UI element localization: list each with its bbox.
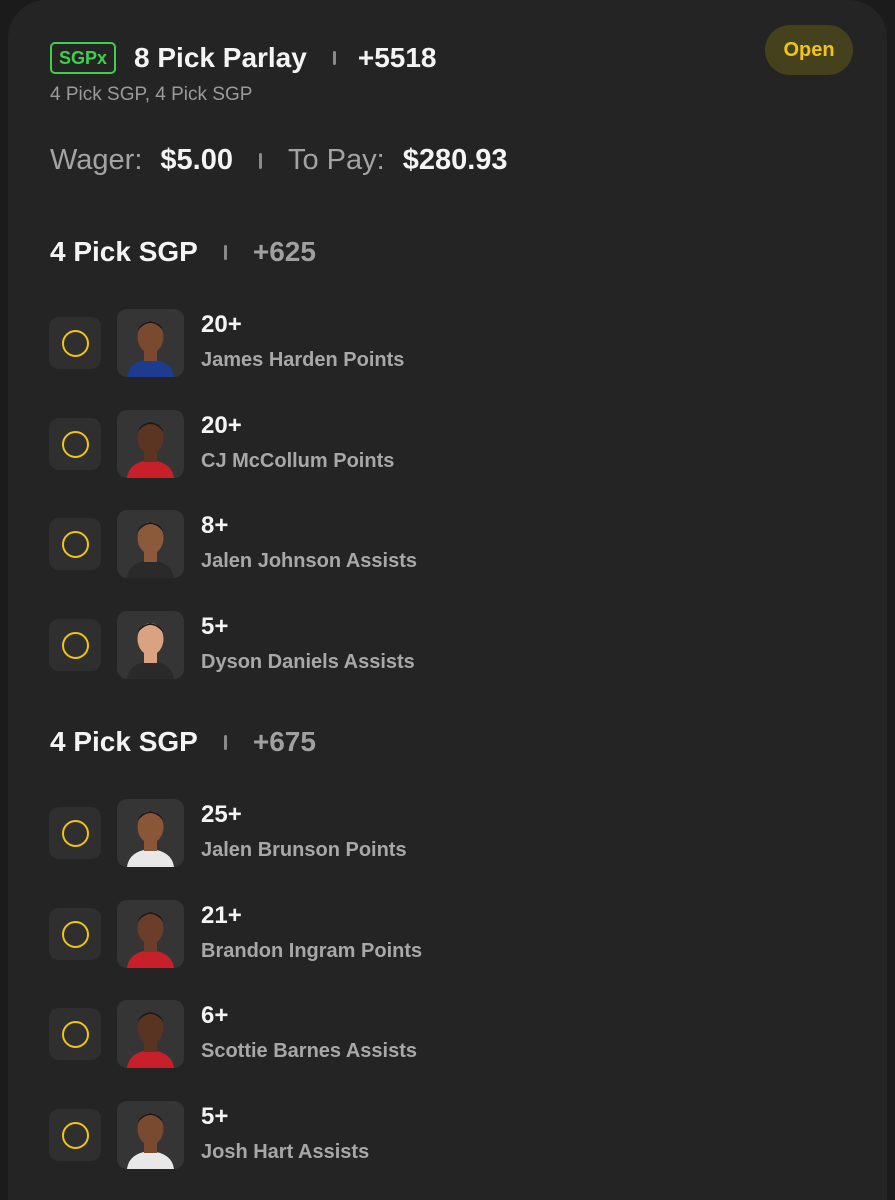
pick-description: Brandon Ingram Points xyxy=(201,940,423,962)
pick-row[interactable]: 20+ James Harden Points xyxy=(48,309,848,377)
pick-status-indicator xyxy=(49,619,101,671)
parlay-title: 8 Pick Parlay xyxy=(134,42,307,73)
player-avatar xyxy=(117,1000,184,1068)
pick-line: 5+ xyxy=(201,613,229,640)
pick-row[interactable]: 25+ Jalen Brunson Points xyxy=(48,799,848,867)
divider xyxy=(332,51,336,65)
pending-circle-icon xyxy=(61,920,89,948)
sgpx-badge: SGPx xyxy=(50,42,117,74)
pick-status-indicator xyxy=(49,1008,101,1060)
pick-description: Jalen Johnson Assists xyxy=(201,550,417,572)
player-avatar xyxy=(117,410,184,478)
pick-status-indicator xyxy=(49,418,101,470)
section-title: 4 Pick SGP xyxy=(50,726,198,757)
pick-line: 25+ xyxy=(201,801,242,828)
pending-circle-icon xyxy=(61,1121,89,1149)
player-avatar xyxy=(117,1101,184,1169)
pick-row[interactable]: 5+ Dyson Daniels Assists xyxy=(48,611,848,679)
pending-circle-icon xyxy=(61,819,89,847)
pick-description: Dyson Daniels Assists xyxy=(201,651,415,673)
pick-status-indicator xyxy=(49,518,101,570)
player-avatar xyxy=(117,611,184,679)
pick-line: 20+ xyxy=(201,311,242,338)
pick-status-indicator xyxy=(49,317,101,369)
pick-row[interactable]: 8+ Jalen Johnson Assists xyxy=(48,510,848,578)
pick-line: 5+ xyxy=(201,1103,229,1130)
sgp-section-header: 4 Pick SGP +675 xyxy=(50,726,316,758)
pending-circle-icon xyxy=(61,530,89,558)
pick-row[interactable]: 21+ Brandon Ingram Points xyxy=(48,900,848,968)
pick-status-indicator xyxy=(49,1109,101,1161)
player-avatar xyxy=(117,900,184,968)
pending-circle-icon xyxy=(61,631,89,659)
section-odds: +625 xyxy=(252,236,316,267)
player-avatar xyxy=(117,799,184,867)
pick-line: 20+ xyxy=(201,412,242,439)
player-avatar xyxy=(117,510,184,578)
pick-line: 8+ xyxy=(201,512,229,539)
pending-circle-icon xyxy=(61,1020,89,1048)
pick-description: Jalen Brunson Points xyxy=(201,839,407,861)
pick-row[interactable]: 20+ CJ McCollum Points xyxy=(48,410,848,478)
bet-card[interactable]: SGPx 8 Pick Parlay +5518 4 Pick SGP, 4 P… xyxy=(8,0,887,1200)
wager-row: Wager: $5.00 To Pay: $280.93 xyxy=(50,144,508,177)
divider xyxy=(258,152,262,169)
topay-label: To Pay: xyxy=(287,144,385,176)
divider xyxy=(223,734,227,750)
parlay-subtitle: 4 Pick SGP, 4 Pick SGP xyxy=(50,84,253,105)
pick-line: 6+ xyxy=(201,1002,229,1029)
parlay-odds: +5518 xyxy=(357,42,437,73)
pending-circle-icon xyxy=(61,329,89,357)
section-title: 4 Pick SGP xyxy=(50,236,198,267)
sgp-section-header: 4 Pick SGP +625 xyxy=(50,236,316,268)
pick-description: Josh Hart Assists xyxy=(201,1141,370,1163)
pick-status-indicator xyxy=(49,807,101,859)
pick-row[interactable]: 5+ Josh Hart Assists xyxy=(48,1101,848,1169)
status-badge: Open xyxy=(765,25,853,75)
pick-description: CJ McCollum Points xyxy=(201,450,395,472)
pick-line: 21+ xyxy=(201,902,242,929)
pending-circle-icon xyxy=(61,430,89,458)
pick-description: James Harden Points xyxy=(201,349,405,371)
section-odds: +675 xyxy=(252,726,316,757)
pick-row[interactable]: 6+ Scottie Barnes Assists xyxy=(48,1000,848,1068)
wager-label: Wager: xyxy=(50,144,143,176)
pick-description: Scottie Barnes Assists xyxy=(201,1040,418,1062)
divider xyxy=(223,244,227,260)
pick-status-indicator xyxy=(49,908,101,960)
topay-amount: $280.93 xyxy=(402,144,508,176)
bet-header: SGPx 8 Pick Parlay +5518 xyxy=(50,42,436,74)
wager-amount: $5.00 xyxy=(160,144,233,176)
player-avatar xyxy=(117,309,184,377)
